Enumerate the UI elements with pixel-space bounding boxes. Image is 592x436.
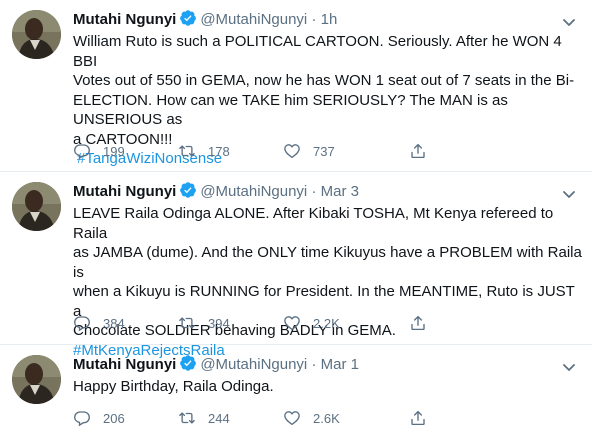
retweet-count: 178 (208, 143, 230, 159)
tweet-actions: 199 178 737 (73, 141, 513, 161)
retweet-icon (179, 412, 195, 424)
chevron-down-icon[interactable] (560, 13, 578, 31)
like-button[interactable]: 2.6K (283, 408, 340, 428)
heart-icon (284, 316, 300, 331)
tweet-header: Mutahi Ngunyi @MutahiNgunyi · Mar 1 (73, 354, 359, 376)
share-icon (411, 315, 425, 331)
verified-badge-icon (179, 354, 197, 379)
heart-icon (284, 144, 300, 159)
author-handle[interactable]: @MutahiNgunyi (200, 356, 307, 373)
reply-button[interactable]: 206 (73, 408, 125, 428)
tweet-header: Mutahi Ngunyi @MutahiNgunyi · Mar 3 (73, 181, 359, 203)
share-button[interactable] (409, 313, 439, 333)
reply-icon (74, 144, 90, 160)
avatar[interactable] (12, 182, 61, 231)
tweet-text-line: LEAVE Raila Odinga ALONE. After Kibaki T… (73, 205, 554, 242)
like-button[interactable]: 737 (283, 141, 335, 161)
retweet-count: 394 (208, 315, 230, 331)
tweet-text-line: William Ruto is such a POLITICAL CARTOON… (73, 33, 562, 70)
tweet-actions: 206 244 2.6K (73, 408, 513, 428)
like-count: 2.6K (313, 410, 340, 426)
retweet-button[interactable]: 178 (178, 141, 230, 161)
reply-button[interactable]: 199 (73, 141, 125, 161)
author-name[interactable]: Mutahi Ngunyi (73, 183, 176, 200)
reply-count: 199 (103, 143, 125, 159)
share-icon (411, 410, 425, 426)
author-name[interactable]: Mutahi Ngunyi (73, 11, 176, 28)
like-count: 737 (313, 143, 335, 159)
reply-count: 206 (103, 410, 125, 426)
verified-badge-icon (179, 181, 197, 206)
tweet-header: Mutahi Ngunyi @MutahiNgunyi · 1h (73, 9, 337, 31)
retweet-button[interactable]: 394 (178, 313, 230, 333)
author-name[interactable]: Mutahi Ngunyi (73, 356, 176, 373)
reply-icon (74, 411, 90, 427)
tweet[interactable]: Mutahi Ngunyi @MutahiNgunyi · Mar 1 Happy… (0, 345, 592, 436)
tweet-text-line: Happy Birthday, Raila Odinga. (73, 378, 274, 395)
reply-button[interactable]: 384 (73, 313, 125, 333)
chevron-down-icon[interactable] (560, 185, 578, 203)
tweet-timestamp[interactable]: · Mar 1 (311, 356, 359, 373)
verified-badge-icon (179, 9, 197, 34)
chevron-down-icon[interactable] (560, 358, 578, 376)
tweet-text-line: ELECTION. How can we TAKE him SERIOUSLY?… (73, 91, 508, 129)
tweet-feed: Mutahi Ngunyi @MutahiNgunyi · 1h William … (0, 0, 592, 436)
tweet-actions: 384 394 2.2K (73, 313, 513, 333)
tweet-text-line: Votes out of 550 in GEMA, now he has WON… (73, 72, 575, 89)
heart-icon (284, 411, 300, 426)
share-icon (411, 143, 425, 159)
tweet-text-line: as JAMBA (dume). And the ONLY time Kikuy… (73, 244, 582, 281)
reply-icon (74, 316, 90, 332)
avatar[interactable] (12, 10, 61, 59)
retweet-count: 244 (208, 410, 230, 426)
tweet-timestamp[interactable]: · Mar 3 (311, 183, 359, 200)
reply-count: 384 (103, 315, 125, 331)
author-handle[interactable]: @MutahiNgunyi (200, 183, 307, 200)
retweet-icon (179, 145, 195, 157)
retweet-icon (179, 317, 195, 329)
like-button[interactable]: 2.2K (283, 313, 340, 333)
tweet-timestamp[interactable]: · 1h (311, 11, 337, 28)
share-button[interactable] (409, 141, 439, 161)
avatar[interactable] (12, 355, 61, 404)
tweet[interactable]: Mutahi Ngunyi @MutahiNgunyi · Mar 3 LEAVE… (0, 172, 592, 359)
tweet-text: Happy Birthday, Raila Odinga. (73, 377, 583, 397)
like-count: 2.2K (313, 315, 340, 331)
author-handle[interactable]: @MutahiNgunyi (200, 11, 307, 28)
share-button[interactable] (409, 408, 439, 428)
tweet-text: LEAVE Raila Odinga ALONE. After Kibaki T… (73, 204, 583, 360)
retweet-button[interactable]: 244 (178, 408, 230, 428)
tweet[interactable]: Mutahi Ngunyi @MutahiNgunyi · 1h William … (0, 0, 592, 172)
